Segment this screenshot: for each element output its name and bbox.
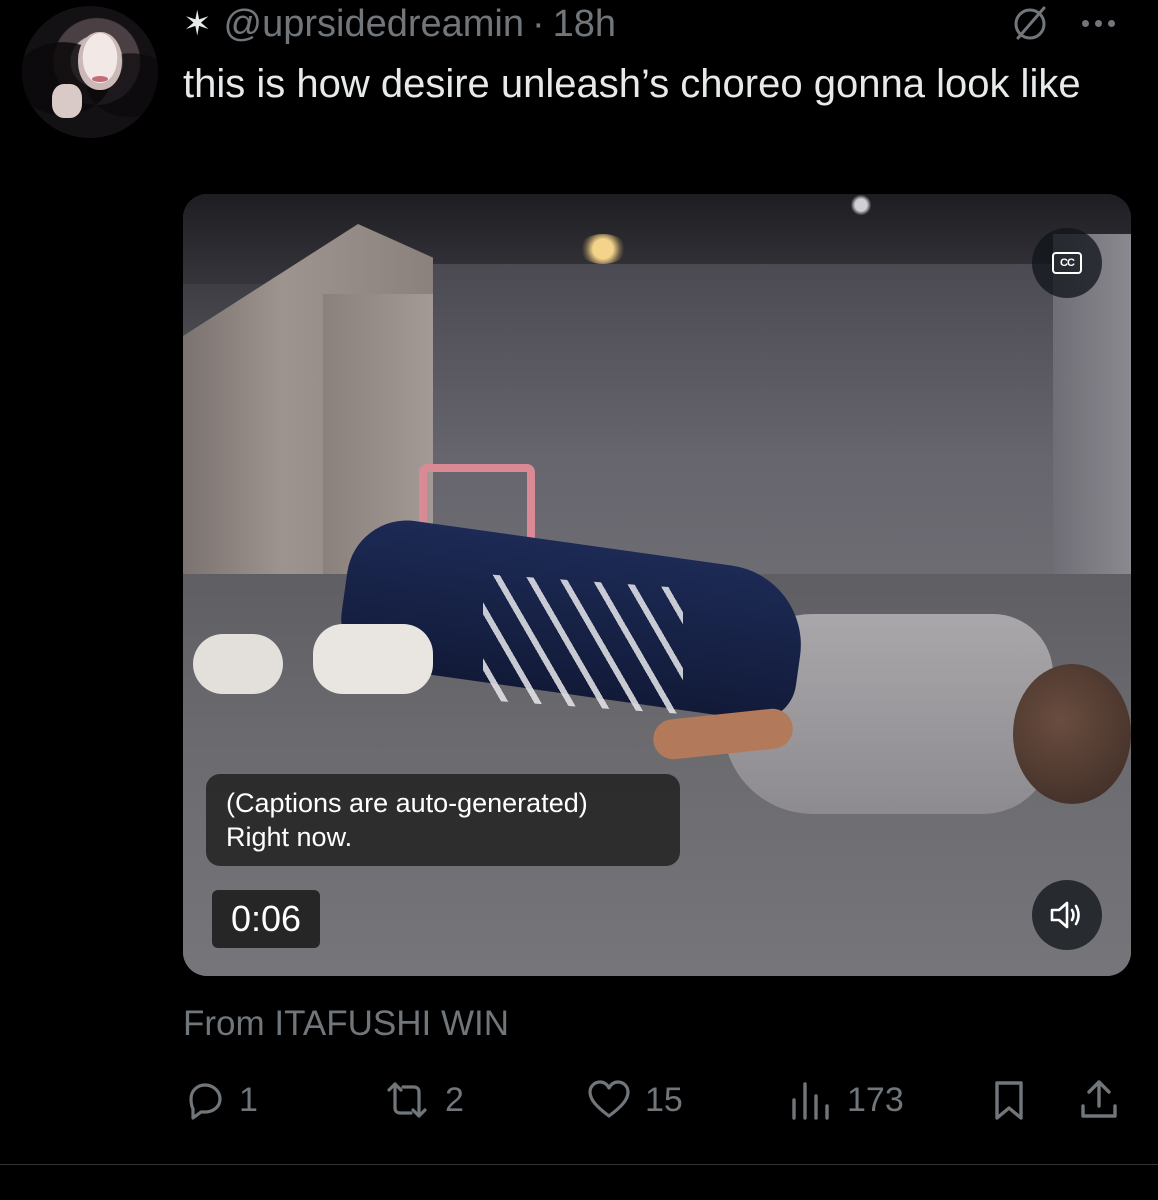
heart-icon bbox=[588, 1080, 630, 1118]
grok-slash-icon[interactable] bbox=[1010, 4, 1050, 44]
bookmark-button[interactable] bbox=[987, 1076, 1031, 1124]
views-button[interactable]: 173 bbox=[787, 1076, 904, 1124]
view-count: 173 bbox=[847, 1080, 904, 1119]
avatar[interactable] bbox=[22, 6, 158, 138]
avatar-lips bbox=[92, 76, 108, 82]
bar-chart-icon bbox=[792, 1082, 829, 1120]
closed-captions-icon: CC bbox=[1052, 252, 1082, 274]
video-scene-shoe bbox=[313, 624, 433, 694]
captions-line: (Captions are auto-generated) bbox=[226, 788, 588, 818]
action-bar: 1 2 15 173 bbox=[183, 1076, 1131, 1124]
like-button[interactable]: 15 bbox=[585, 1076, 683, 1124]
video-scene-light bbox=[851, 194, 871, 216]
reply-count: 1 bbox=[239, 1080, 258, 1119]
star-glyph: ✶ bbox=[183, 5, 212, 43]
captions-box: (Captions are auto-generated) Right now. bbox=[206, 774, 680, 866]
captions-line: Right now. bbox=[226, 822, 353, 852]
user-handle[interactable]: @uprsidedreamin bbox=[224, 3, 525, 46]
video-source[interactable]: From ITAFUSHI WIN bbox=[183, 1004, 509, 1044]
more-dots-icon[interactable] bbox=[1082, 20, 1115, 27]
reply-button[interactable]: 1 bbox=[183, 1076, 258, 1124]
tweet-time[interactable]: 18h bbox=[553, 3, 616, 46]
video-scene-shoe bbox=[193, 634, 283, 694]
share-button[interactable] bbox=[1077, 1076, 1121, 1124]
repost-arrows-icon bbox=[387, 1082, 427, 1118]
repost-button[interactable]: 2 bbox=[381, 1076, 464, 1124]
closed-captions-button[interactable]: CC bbox=[1032, 228, 1102, 298]
speaker-icon bbox=[1050, 901, 1080, 929]
more-dot bbox=[1108, 20, 1115, 27]
video-timestamp: 0:06 bbox=[212, 890, 320, 948]
bookmark-icon bbox=[995, 1081, 1023, 1120]
tweet-divider bbox=[0, 1164, 1158, 1165]
video-scene-lamp bbox=[579, 234, 627, 264]
reply-bubble-icon bbox=[189, 1083, 222, 1120]
like-count: 15 bbox=[645, 1080, 683, 1119]
volume-button[interactable] bbox=[1032, 880, 1102, 950]
tweet-text: this is how desire unleash’s choreo gonn… bbox=[183, 62, 1081, 106]
tweet-header: ✶ @uprsidedreamin · 18h bbox=[183, 2, 616, 46]
share-upload-icon bbox=[1081, 1080, 1117, 1118]
avatar-hand bbox=[52, 84, 82, 118]
repost-count: 2 bbox=[445, 1080, 464, 1119]
video-scene-dancer-head bbox=[1013, 664, 1131, 804]
separator-dot: · bbox=[532, 2, 545, 45]
more-dot bbox=[1095, 20, 1102, 27]
more-dot bbox=[1082, 20, 1089, 27]
video-scene-track-stripes bbox=[483, 574, 683, 714]
